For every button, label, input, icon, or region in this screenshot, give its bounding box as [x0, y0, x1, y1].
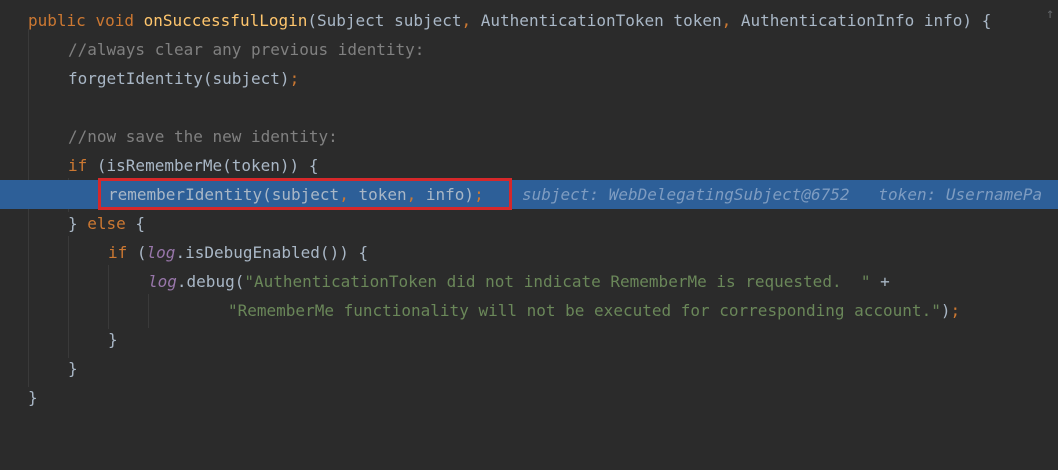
code-token: if — [108, 243, 128, 262]
code-token: , — [461, 11, 472, 30]
line-text: forgetIdentity(subject); — [68, 64, 299, 93]
code-token: , — [721, 11, 732, 30]
code-token: //now save the new identity: — [68, 127, 338, 146]
code-token: .isDebugEnabled()) { — [175, 243, 369, 262]
code-token: } — [28, 388, 38, 407]
code-token: { — [125, 214, 146, 233]
code-line[interactable]: //now save the new identity: — [0, 122, 1058, 151]
code-token: .debug( — [176, 272, 245, 291]
code-token: } — [108, 330, 118, 349]
code-editor[interactable]: public void onSuccessfulLogin(Subject su… — [0, 0, 1058, 420]
code-token: else — [87, 214, 126, 233]
code-line[interactable]: if (log.isDebugEnabled()) { — [0, 238, 1058, 267]
code-token: (isRememberMe(token)) { — [87, 156, 319, 175]
code-line[interactable]: } — [0, 383, 1058, 412]
code-token: //always clear any previous identity: — [68, 40, 425, 59]
code-token: if — [68, 156, 88, 175]
code-line[interactable]: log.debug("AuthenticationToken did not i… — [0, 267, 1058, 296]
code-token: } — [68, 359, 78, 378]
code-token: log — [148, 272, 177, 291]
code-token: AuthenticationToken token — [471, 11, 722, 30]
line-text: public void onSuccessfulLogin(Subject su… — [28, 6, 991, 35]
code-line[interactable]: public void onSuccessfulLogin(Subject su… — [0, 6, 1058, 35]
code-token: onSuccessfulLogin — [143, 11, 308, 30]
line-text: } — [28, 383, 38, 412]
line-text: if (log.isDebugEnabled()) { — [108, 238, 368, 267]
line-text: } — [108, 325, 118, 354]
annotation-highlight-box — [98, 178, 512, 210]
code-token: forgetIdentity(subject) — [68, 69, 290, 88]
code-token: ; — [950, 301, 961, 320]
code-line[interactable]: //always clear any previous identity: — [0, 35, 1058, 64]
code-line[interactable]: forgetIdentity(subject); — [0, 64, 1058, 93]
code-token: ( — [127, 243, 147, 262]
fold-arrow-icon[interactable]: ↑ — [1046, 5, 1058, 23]
code-token: public — [28, 11, 86, 30]
code-token: + — [870, 272, 890, 291]
code-line[interactable]: "RememberMe functionality will not be ex… — [0, 296, 1058, 325]
line-text: //always clear any previous identity: — [68, 35, 424, 64]
line-text: if (isRememberMe(token)) { — [68, 151, 318, 180]
code-line[interactable]: if (isRememberMe(token)) { — [0, 151, 1058, 180]
debugger-inline-values: subject: WebDelegatingSubject@6752 token… — [522, 185, 1043, 204]
line-text: } else { — [68, 209, 145, 238]
code-token: AuthenticationInfo info) { — [731, 11, 992, 30]
code-token: ; — [289, 69, 300, 88]
code-token: "AuthenticationToken did not indicate Re… — [244, 272, 871, 291]
code-token: "RememberMe functionality will not be ex… — [228, 301, 941, 320]
code-line[interactable]: } — [0, 325, 1058, 354]
line-text: log.debug("AuthenticationToken did not i… — [148, 267, 890, 296]
code-token: } — [68, 214, 88, 233]
code-token: log — [146, 243, 176, 262]
code-line[interactable] — [0, 93, 1058, 122]
code-line[interactable]: } — [0, 354, 1058, 383]
code-token: void — [95, 11, 134, 30]
line-text: //now save the new identity: — [68, 122, 338, 151]
code-line[interactable]: } else { — [0, 209, 1058, 238]
code-token: (Subject subject — [307, 11, 462, 30]
line-text: "RememberMe functionality will not be ex… — [228, 296, 960, 325]
line-text: } — [68, 354, 78, 383]
